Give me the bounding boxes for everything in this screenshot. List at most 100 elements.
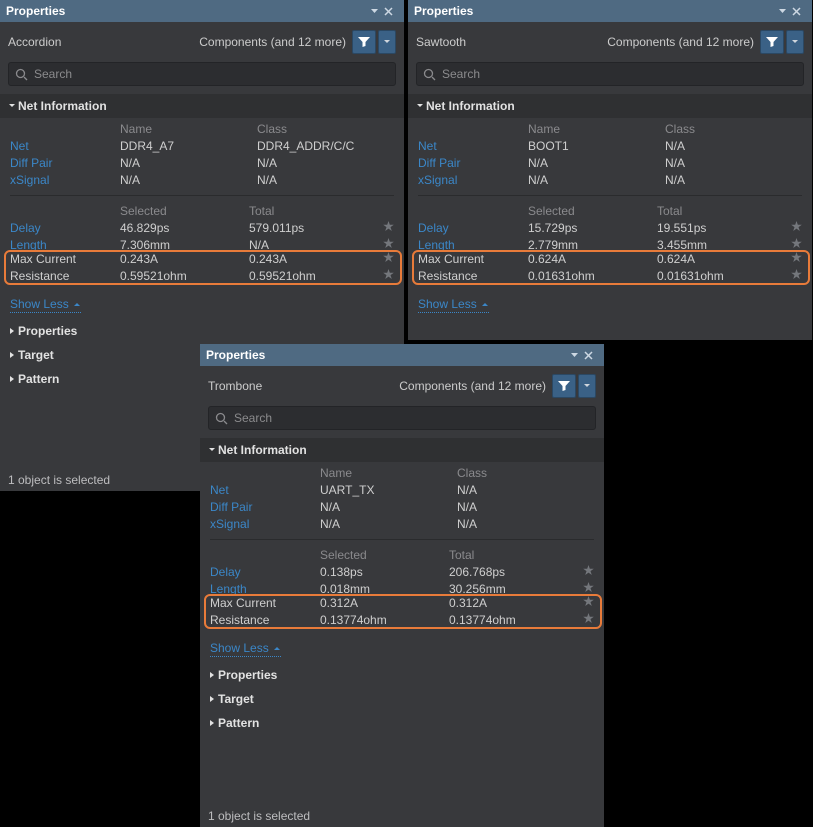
section-net-information[interactable]: Net Information (0, 94, 404, 118)
section-target[interactable]: Target (200, 687, 604, 711)
filter-button[interactable] (552, 374, 576, 398)
highlighted-rows: Max Current 0.624A 0.624A Resistance 0.0… (418, 252, 802, 283)
filter-button[interactable] (352, 30, 376, 54)
row-length[interactable]: Length (10, 238, 120, 252)
star-icon[interactable] (786, 252, 802, 266)
chevron-up-icon (73, 297, 81, 311)
search-box[interactable] (416, 62, 804, 86)
star-icon[interactable] (378, 252, 394, 266)
col-total: Total (249, 204, 378, 218)
chevron-right-icon (208, 671, 218, 679)
titlebar[interactable]: Properties (0, 0, 404, 22)
col-total: Total (657, 204, 786, 218)
col-name: Name (120, 122, 257, 136)
chevron-right-icon (8, 351, 18, 359)
show-less-link[interactable]: Show Less (10, 297, 81, 313)
chevron-down-icon (8, 102, 18, 110)
search-input[interactable] (34, 67, 389, 81)
chevron-right-icon (208, 695, 218, 703)
search-input[interactable] (234, 411, 589, 425)
properties-panel-middle: Properties Trombone Components (and 12 m… (200, 344, 604, 827)
section-pattern[interactable]: Pattern (200, 711, 604, 735)
search-box[interactable] (8, 62, 396, 86)
col-selected: Selected (320, 548, 449, 562)
filter-dropdown-button[interactable] (786, 30, 804, 54)
object-name: Sawtooth (416, 35, 466, 49)
status-bar: 1 object is selected (200, 805, 604, 827)
subheader: Sawtooth Components (and 12 more) (408, 22, 812, 60)
row-net[interactable]: Net (418, 139, 528, 153)
dropdown-icon[interactable] (370, 7, 384, 16)
col-class: Class (457, 466, 594, 480)
chevron-up-icon (273, 641, 281, 655)
net-info-body: Name Class Net UART_TX N/A Diff Pair N/A… (200, 462, 604, 635)
star-icon[interactable] (378, 238, 394, 252)
filter-dropdown-button[interactable] (378, 30, 396, 54)
row-resistance: Resistance (210, 613, 320, 627)
search-input[interactable] (442, 67, 797, 81)
row-resistance: Resistance (10, 269, 120, 283)
chevron-right-icon (8, 375, 18, 383)
row-xsignal[interactable]: xSignal (10, 173, 120, 187)
star-icon[interactable] (578, 596, 594, 610)
star-icon[interactable] (578, 613, 594, 627)
row-xsignal[interactable]: xSignal (210, 517, 320, 531)
row-net[interactable]: Net (210, 483, 320, 497)
search-icon (215, 412, 228, 425)
chevron-right-icon (8, 327, 18, 335)
filter-dropdown-button[interactable] (578, 374, 596, 398)
star-icon[interactable] (578, 565, 594, 579)
row-length[interactable]: Length (210, 582, 320, 596)
close-icon[interactable] (384, 7, 398, 16)
object-name: Accordion (8, 35, 61, 49)
section-properties[interactable]: Properties (0, 319, 404, 343)
row-delay[interactable]: Delay (418, 221, 528, 235)
subheader: Trombone Components (and 12 more) (200, 366, 604, 404)
close-icon[interactable] (792, 7, 806, 16)
net-info-body: Name Class Net DDR4_A7 DDR4_ADDR/C/C Dif… (0, 118, 404, 291)
show-less-link[interactable]: Show Less (210, 641, 281, 657)
close-icon[interactable] (584, 351, 598, 360)
chevron-down-icon (416, 102, 426, 110)
titlebar[interactable]: Properties (408, 0, 812, 22)
titlebar[interactable]: Properties (200, 344, 604, 366)
highlighted-rows: Max Current 0.243A 0.243A Resistance 0.5… (10, 252, 394, 283)
row-diffpair[interactable]: Diff Pair (210, 500, 320, 514)
chevron-down-icon (208, 446, 218, 454)
section-properties[interactable]: Properties (200, 663, 604, 687)
star-icon[interactable] (578, 582, 594, 596)
filter-label: Components (and 12 more) (607, 35, 754, 49)
dropdown-icon[interactable] (570, 351, 584, 360)
col-total: Total (449, 548, 578, 562)
highlighted-rows: Max Current 0.312A 0.312A Resistance 0.1… (210, 596, 594, 627)
chevron-up-icon (481, 297, 489, 311)
search-icon (15, 68, 28, 81)
search-icon (423, 68, 436, 81)
row-delay[interactable]: Delay (10, 221, 120, 235)
star-icon[interactable] (786, 221, 802, 235)
search-box[interactable] (208, 406, 596, 430)
col-name: Name (320, 466, 457, 480)
row-length[interactable]: Length (418, 238, 528, 252)
section-net-information[interactable]: Net Information (408, 94, 812, 118)
row-net[interactable]: Net (10, 139, 120, 153)
section-net-information[interactable]: Net Information (200, 438, 604, 462)
star-icon[interactable] (378, 221, 394, 235)
row-diffpair[interactable]: Diff Pair (418, 156, 528, 170)
star-icon[interactable] (786, 238, 802, 252)
object-name: Trombone (208, 379, 262, 393)
row-maxcurrent: Max Current (210, 596, 320, 610)
row-delay[interactable]: Delay (210, 565, 320, 579)
filter-button[interactable] (760, 30, 784, 54)
row-resistance: Resistance (418, 269, 528, 283)
filter-label: Components (and 12 more) (399, 379, 546, 393)
show-less-link[interactable]: Show Less (418, 297, 489, 313)
star-icon[interactable] (378, 269, 394, 283)
col-name: Name (528, 122, 665, 136)
row-maxcurrent: Max Current (10, 252, 120, 266)
panel-title: Properties (414, 4, 473, 18)
dropdown-icon[interactable] (778, 7, 792, 16)
star-icon[interactable] (786, 269, 802, 283)
row-xsignal[interactable]: xSignal (418, 173, 528, 187)
row-diffpair[interactable]: Diff Pair (10, 156, 120, 170)
